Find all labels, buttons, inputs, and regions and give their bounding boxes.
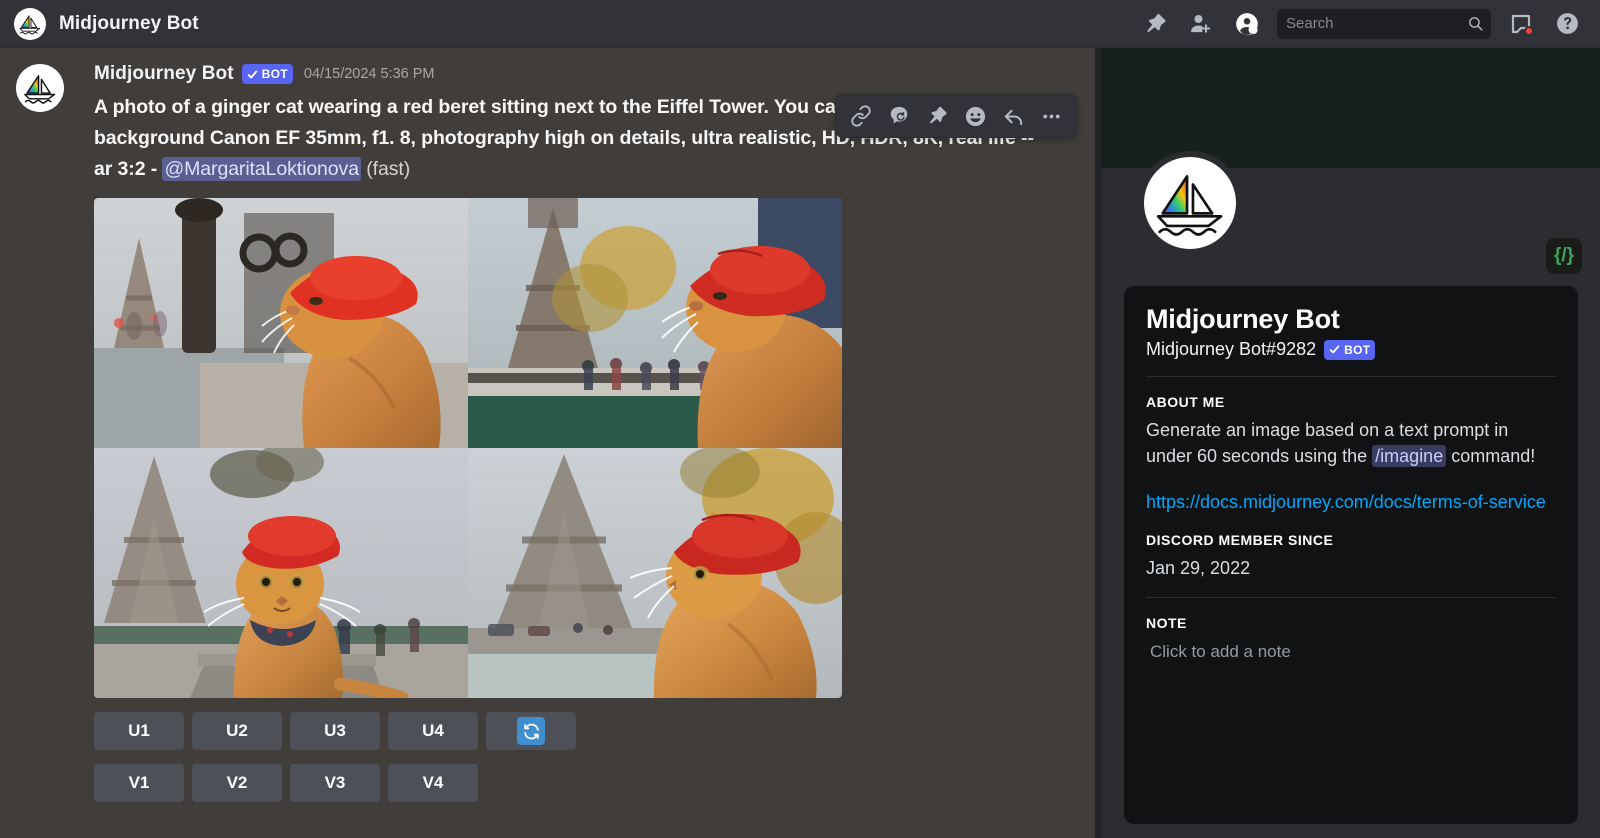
user-mention[interactable]: @MargaritaLoktionova — [162, 157, 360, 181]
profile-username: Midjourney Bot#9282 — [1146, 339, 1316, 360]
variation-button-v3[interactable]: V3 — [290, 764, 380, 802]
more-icon[interactable] — [1032, 98, 1070, 134]
image-grid — [94, 198, 842, 698]
generated-image-grid[interactable] — [94, 198, 842, 698]
verified-check-icon — [1328, 343, 1341, 356]
dm-title: Midjourney Bot — [59, 13, 199, 35]
upscale-button-u2[interactable]: U2 — [192, 712, 282, 750]
variation-button-v2[interactable]: V2 — [192, 764, 282, 802]
reply-icon[interactable] — [994, 98, 1032, 134]
profile-avatar[interactable] — [1144, 157, 1236, 249]
bot-badge-label: BOT — [1344, 343, 1370, 357]
message: Midjourney Bot BOT 04/15/2024 5:36 PM A … — [0, 48, 1095, 802]
member-since-value: Jan 29, 2022 — [1146, 555, 1556, 581]
help-icon[interactable] — [1550, 7, 1584, 41]
profile-card: Midjourney Bot Midjourney Bot#9282 BOT A… — [1124, 286, 1578, 824]
search-input[interactable]: Search — [1277, 9, 1491, 39]
table-row[interactable] — [468, 448, 842, 698]
bot-badge-label: BOT — [262, 67, 288, 81]
terms-of-service-link[interactable]: https://docs.midjourney.com/docs/terms-o… — [1146, 489, 1556, 515]
profile-username-row: Midjourney Bot#9282 BOT — [1146, 339, 1556, 360]
body: Midjourney Bot BOT 04/15/2024 5:36 PM A … — [0, 48, 1600, 838]
add-reaction-icon[interactable] — [956, 98, 994, 134]
midjourney-sailboat-icon — [1153, 166, 1227, 240]
note-title: NOTE — [1146, 615, 1556, 631]
reroll-button[interactable] — [486, 712, 576, 750]
image-4 — [468, 448, 842, 698]
divider — [1146, 597, 1556, 598]
inbox-unread-dot — [1524, 26, 1534, 36]
upscale-button-u3[interactable]: U3 — [290, 712, 380, 750]
member-since-title: DISCORD MEMBER SINCE — [1146, 532, 1556, 548]
imagine-command-code: /imagine — [1372, 445, 1446, 467]
message-hover-toolbar — [835, 94, 1077, 138]
about-me-part-2: command! — [1446, 446, 1535, 466]
panel-divider — [1095, 48, 1102, 838]
pin-icon[interactable] — [1138, 7, 1172, 41]
image-3 — [94, 448, 468, 698]
pin-message-icon[interactable] — [918, 98, 956, 134]
search-placeholder: Search — [1286, 15, 1467, 32]
add-person-icon[interactable] — [1184, 7, 1218, 41]
message-column: Midjourney Bot BOT 04/15/2024 5:36 PM A … — [0, 48, 1095, 838]
bot-badge: BOT — [242, 64, 293, 84]
upscale-button-u4[interactable]: U4 — [388, 712, 478, 750]
about-me-text: Generate an image based on a text prompt… — [1146, 417, 1556, 469]
user-profile-panel: {/} Midjourney Bot Midjourney Bot#9282 B… — [1102, 48, 1600, 838]
avatar[interactable] — [16, 64, 64, 112]
upscale-button-u1[interactable]: U1 — [94, 712, 184, 750]
divider — [1146, 376, 1556, 377]
table-row[interactable] — [468, 198, 842, 448]
profile-avatar-ring — [1138, 151, 1242, 255]
variation-button-v4[interactable]: V4 — [388, 764, 478, 802]
table-row[interactable] — [94, 448, 468, 698]
variation-button-row: V1 V2 V3 V4 — [94, 764, 1079, 802]
discord-window: Midjourney Bot Search — [0, 0, 1600, 838]
image-1 — [94, 198, 468, 448]
search-icon — [1467, 15, 1484, 32]
dm-avatar — [14, 8, 46, 40]
inbox-icon[interactable] — [1504, 7, 1538, 41]
message-header: Midjourney Bot BOT 04/15/2024 5:36 PM — [94, 62, 1079, 86]
about-me-title: ABOUT ME — [1146, 394, 1556, 410]
profile-display-name: Midjourney Bot — [1146, 304, 1556, 335]
copy-link-icon[interactable] — [842, 98, 880, 134]
upscale-button-row: U1 U2 U3 U4 — [94, 712, 1079, 750]
mark-unread-icon[interactable] — [880, 98, 918, 134]
image-2 — [468, 198, 842, 448]
note-input[interactable]: Click to add a note — [1146, 642, 1556, 662]
midjourney-sailboat-icon — [18, 12, 42, 36]
message-suffix: (fast) — [361, 158, 410, 180]
bot-badge: BOT — [1324, 340, 1375, 360]
table-row[interactable] — [94, 198, 468, 448]
top-bar: Midjourney Bot Search — [0, 0, 1600, 48]
message-timestamp: 04/15/2024 5:36 PM — [304, 66, 435, 82]
profile-banner — [1102, 48, 1600, 168]
app-developer-badge[interactable]: {/} — [1546, 238, 1582, 274]
message-body: Midjourney Bot BOT 04/15/2024 5:36 PM A … — [94, 62, 1079, 802]
refresh-icon — [517, 717, 545, 745]
variation-button-v1[interactable]: V1 — [94, 764, 184, 802]
verified-check-icon — [246, 68, 259, 81]
members-icon[interactable] — [1230, 7, 1264, 41]
message-author[interactable]: Midjourney Bot — [94, 63, 234, 85]
midjourney-sailboat-icon — [22, 70, 58, 106]
